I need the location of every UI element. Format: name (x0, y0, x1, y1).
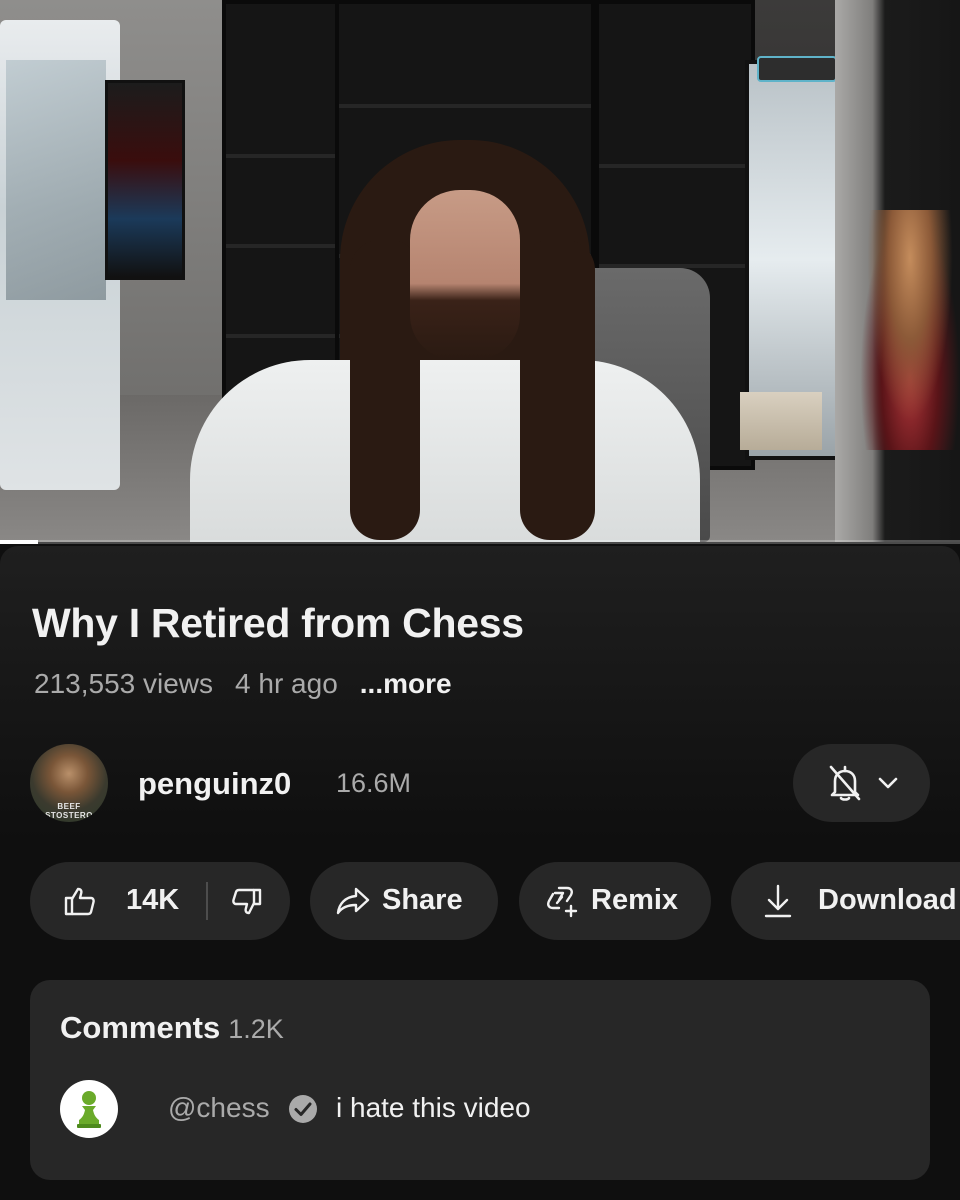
like-dislike-group: 14K (30, 862, 290, 940)
channel-name[interactable]: penguinz0 (138, 766, 291, 802)
action-bar: 14K Share Remix Download (30, 862, 960, 940)
chevron-down-icon (878, 777, 898, 789)
download-icon (764, 884, 792, 918)
download-label: Download (818, 884, 957, 916)
top-comment[interactable]: @chess i hate this video (60, 1080, 900, 1138)
download-button[interactable]: Download (731, 862, 960, 940)
view-count: 213,553 views (34, 668, 214, 699)
person-face (410, 190, 520, 360)
verified-check-icon (289, 1095, 317, 1123)
like-divider (206, 882, 208, 920)
comments-header: Comments 1.2K (60, 1010, 284, 1046)
subscriber-count: 16.6M (336, 768, 412, 798)
like-count[interactable]: 14K (126, 884, 179, 917)
video-progress-bar[interactable] (0, 540, 960, 544)
video-title: Why I Retired from Chess (32, 600, 524, 646)
comment-text: i hate this video (336, 1092, 531, 1123)
share-label: Share (382, 884, 463, 916)
comments-count: 1.2K (228, 1014, 284, 1044)
video-meta: 213,553 views 4 hr ago ...more (34, 668, 452, 700)
avatar-text: BEEF (57, 802, 81, 811)
comments-heading: Comments (60, 1010, 221, 1045)
remix-label: Remix (591, 884, 679, 916)
subscription-notification-button[interactable] (793, 744, 930, 822)
thumbs-down-icon[interactable] (232, 888, 262, 916)
commenter-avatar (60, 1080, 118, 1138)
remix-button[interactable]: Remix (519, 862, 711, 940)
thumbs-up-icon[interactable] (64, 886, 96, 916)
video-player[interactable] (0, 0, 960, 542)
comments-panel[interactable]: Comments 1.2K @chess i hate this video (30, 980, 930, 1180)
chess-pawn-icon (77, 1091, 101, 1128)
channel-avatar[interactable]: BEEF STOSTERO (30, 744, 108, 822)
commenter-handle[interactable]: @chess (168, 1092, 270, 1124)
upload-age: 4 hr ago (235, 668, 338, 699)
bell-off-icon (829, 765, 861, 801)
share-icon (336, 887, 370, 915)
remix-icon (547, 886, 578, 918)
video-progress-fill (0, 540, 39, 544)
channel-row: BEEF STOSTERO penguinz0 16.6M (30, 744, 930, 822)
avatar-text: STOSTERO (45, 811, 93, 820)
more-link[interactable]: ...more (360, 668, 452, 699)
share-button[interactable]: Share (310, 862, 498, 940)
